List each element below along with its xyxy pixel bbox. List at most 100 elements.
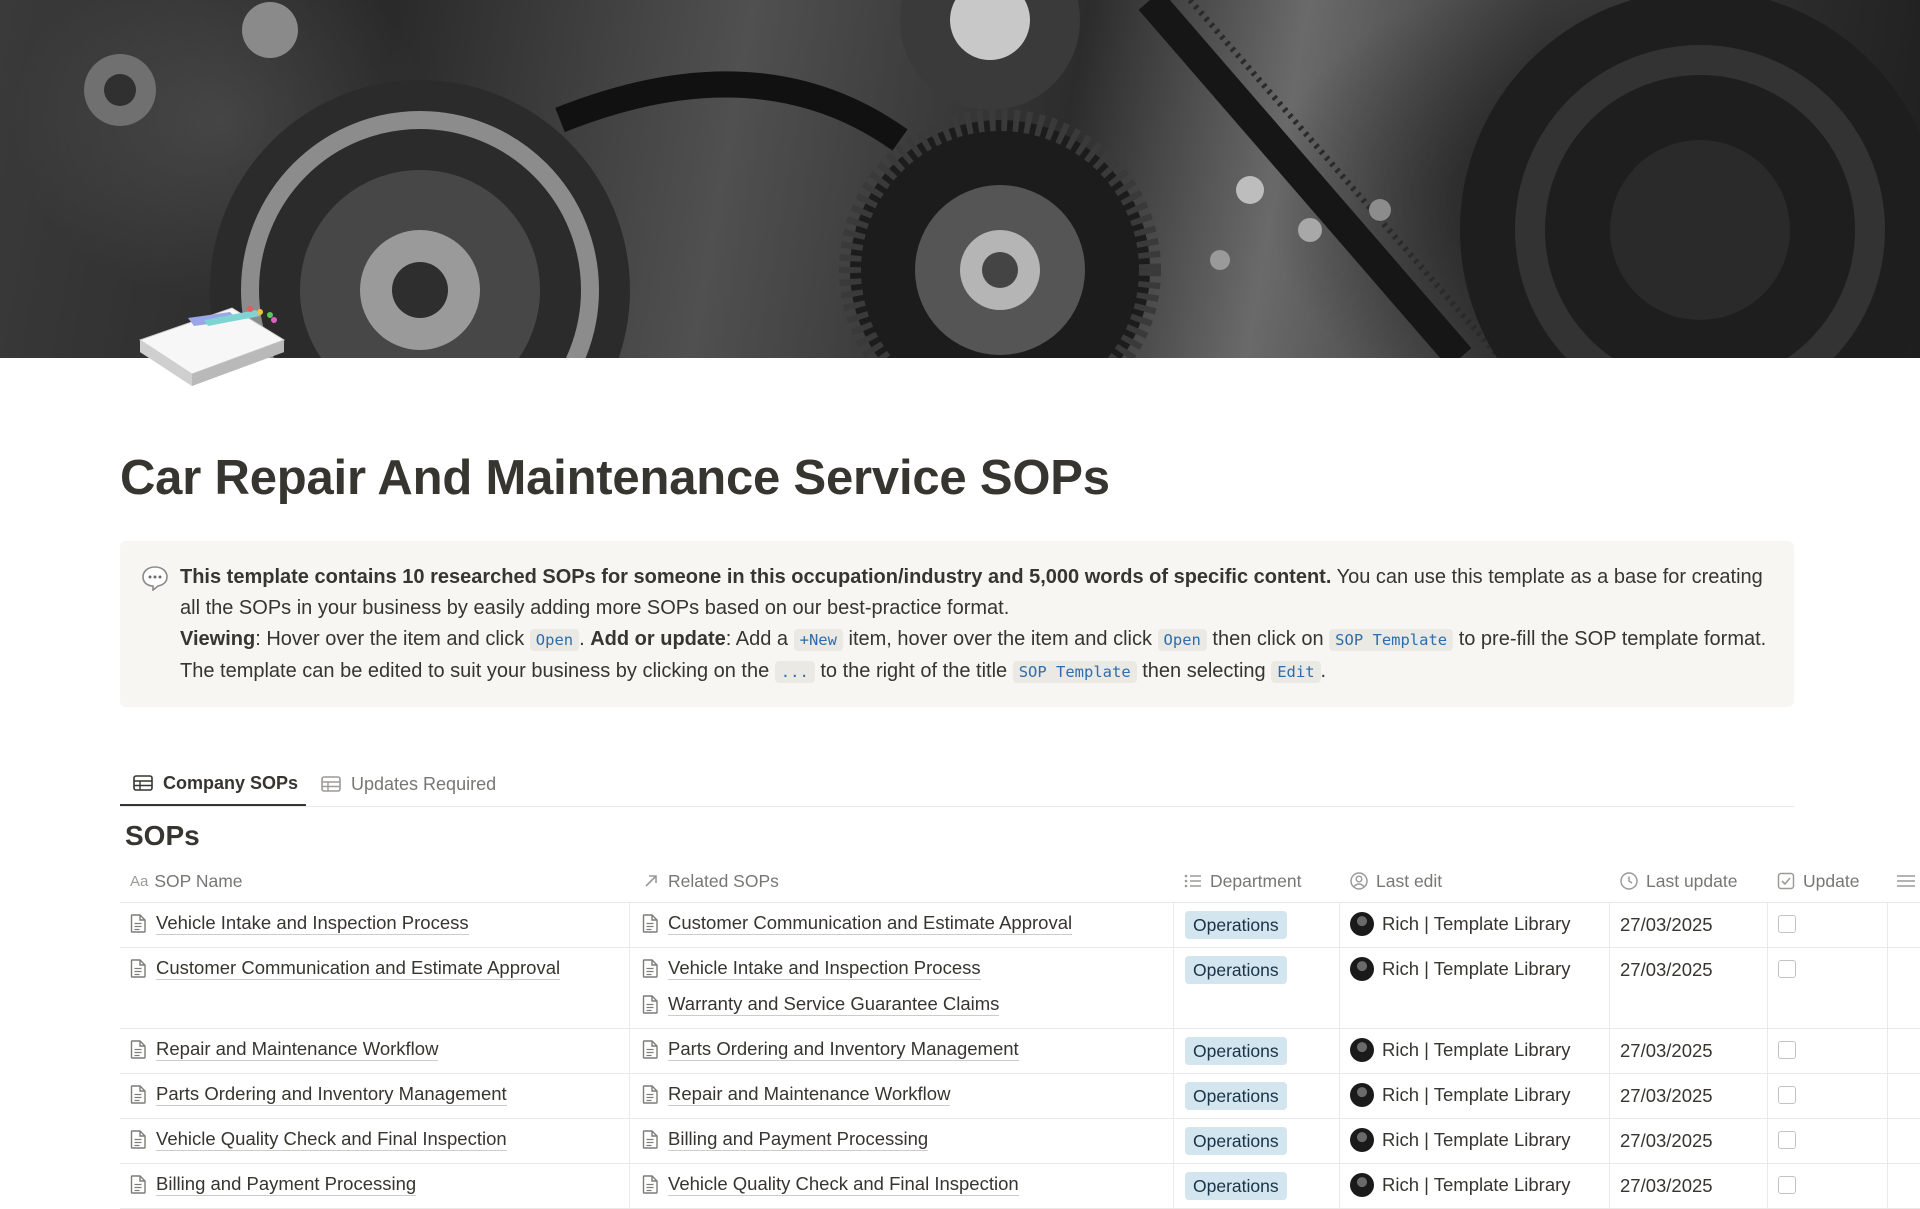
cell-last-edit[interactable]: Rich | Template Library — [1339, 903, 1609, 947]
cell-related-sops[interactable]: Billing and Payment Processing — [629, 1119, 1173, 1163]
tab-company-sops[interactable]: Company SOPs — [120, 762, 306, 806]
cell-update[interactable] — [1767, 948, 1887, 1028]
related-sop-link[interactable]: Warranty and Service Guarantee Claims — [642, 993, 1000, 1016]
tab-label: Updates Required — [351, 773, 497, 794]
cell-last-update[interactable]: 27/03/2025 — [1609, 1074, 1767, 1118]
table-row[interactable]: Billing and Payment Processing Vehicle Qu… — [120, 1164, 1920, 1209]
tab-updates-required[interactable]: Updates Required — [320, 762, 496, 806]
related-sop-link[interactable]: Repair and Maintenance Workflow — [642, 1083, 951, 1106]
stacked-documents-icon[interactable] — [134, 300, 288, 392]
cell-related-sops[interactable]: Customer Communication and Estimate Appr… — [629, 903, 1173, 947]
cell-last-update[interactable]: 27/03/2025 — [1609, 1029, 1767, 1073]
column-header-department[interactable]: Department — [1184, 860, 1301, 902]
sop-name-link[interactable]: Billing and Payment Processing — [130, 1173, 417, 1196]
table-row[interactable]: Repair and Maintenance Workflow Parts Ord… — [120, 1029, 1920, 1074]
cell-last-edit[interactable]: Rich | Template Library — [1339, 1029, 1609, 1073]
cell-extra — [1887, 1074, 1920, 1118]
department-tag[interactable]: Operations — [1185, 911, 1287, 939]
cell-department[interactable]: Operations — [1173, 1119, 1339, 1163]
cell-extra — [1887, 903, 1920, 947]
page-icon — [642, 1175, 658, 1194]
sop-name-link[interactable]: Vehicle Quality Check and Final Inspecti… — [130, 1128, 507, 1151]
last-edit-person[interactable]: Rich | Template Library — [1350, 957, 1571, 981]
sop-name-link[interactable]: Repair and Maintenance Workflow — [130, 1038, 439, 1061]
cell-sop-name[interactable]: Vehicle Quality Check and Final Inspecti… — [120, 1119, 629, 1163]
cell-sop-name[interactable]: Vehicle Intake and Inspection Process — [120, 903, 629, 947]
table-row[interactable]: Parts Ordering and Inventory Management R… — [120, 1074, 1920, 1119]
update-checkbox[interactable] — [1778, 915, 1796, 933]
update-checkbox[interactable] — [1778, 1131, 1796, 1149]
department-tag[interactable]: Operations — [1185, 1172, 1287, 1200]
cell-last-edit[interactable]: Rich | Template Library — [1339, 948, 1609, 1028]
last-update-date: 27/03/2025 — [1620, 959, 1713, 980]
column-header-last-update[interactable]: Last update — [1620, 860, 1737, 902]
table-row[interactable]: Vehicle Quality Check and Final Inspecti… — [120, 1119, 1920, 1164]
callout-text-part: then click on — [1206, 628, 1330, 650]
cell-update[interactable] — [1767, 1119, 1887, 1163]
cell-update[interactable] — [1767, 1164, 1887, 1208]
cell-last-update[interactable]: 27/03/2025 — [1609, 1119, 1767, 1163]
list-icon — [1184, 874, 1201, 888]
column-header-last-edit[interactable]: Last edit — [1350, 860, 1442, 902]
department-tag[interactable]: Operations — [1185, 1037, 1287, 1065]
cell-update[interactable] — [1767, 1029, 1887, 1073]
table-row[interactable]: Customer Communication and Estimate Appr… — [120, 948, 1920, 1029]
column-header-sop-name[interactable]: Aa SOP Name — [130, 860, 243, 902]
table-row[interactable]: Vehicle Intake and Inspection Process Cus… — [120, 903, 1920, 948]
cell-sop-name[interactable]: Billing and Payment Processing — [120, 1164, 629, 1208]
cell-last-edit[interactable]: Rich | Template Library — [1339, 1164, 1609, 1208]
cell-update[interactable] — [1767, 903, 1887, 947]
cell-sop-name[interactable]: Parts Ordering and Inventory Management — [120, 1074, 629, 1118]
cell-update[interactable] — [1767, 1074, 1887, 1118]
update-checkbox[interactable] — [1778, 960, 1796, 978]
cell-related-sops[interactable]: Vehicle Intake and Inspection Process War… — [629, 948, 1173, 1028]
cell-last-update[interactable]: 27/03/2025 — [1609, 948, 1767, 1028]
column-header-update[interactable]: Update — [1777, 860, 1859, 902]
last-edit-person[interactable]: Rich | Template Library — [1350, 1173, 1571, 1197]
cell-extra — [1887, 1164, 1920, 1208]
page-icon — [130, 1130, 146, 1149]
related-sop-text: Warranty and Service Guarantee Claims — [668, 993, 1000, 1016]
more-columns-icon[interactable] — [1896, 860, 1920, 902]
department-tag[interactable]: Operations — [1185, 1082, 1287, 1110]
related-sop-link[interactable]: Billing and Payment Processing — [642, 1128, 929, 1151]
page-icon — [642, 959, 658, 978]
sop-name-text: Vehicle Quality Check and Final Inspecti… — [156, 1128, 507, 1151]
person-name: Rich | Template Library — [1382, 958, 1571, 979]
related-sop-link[interactable]: Vehicle Quality Check and Final Inspecti… — [642, 1173, 1019, 1196]
last-edit-person[interactable]: Rich | Template Library — [1350, 1038, 1571, 1062]
cell-sop-name[interactable]: Repair and Maintenance Workflow — [120, 1029, 629, 1073]
update-checkbox[interactable] — [1778, 1086, 1796, 1104]
cell-department[interactable]: Operations — [1173, 1074, 1339, 1118]
related-sop-link[interactable]: Parts Ordering and Inventory Management — [642, 1038, 1019, 1061]
cell-department[interactable]: Operations — [1173, 1029, 1339, 1073]
related-sop-link[interactable]: Vehicle Intake and Inspection Process — [642, 957, 981, 980]
last-edit-person[interactable]: Rich | Template Library — [1350, 1128, 1571, 1152]
code-sop-template-2: SOP Template — [1012, 661, 1137, 683]
department-tag[interactable]: Operations — [1185, 1127, 1287, 1155]
cell-last-update[interactable]: 27/03/2025 — [1609, 903, 1767, 947]
update-checkbox[interactable] — [1778, 1041, 1796, 1059]
cell-department[interactable]: Operations — [1173, 948, 1339, 1028]
cell-related-sops[interactable]: Parts Ordering and Inventory Management — [629, 1029, 1173, 1073]
last-edit-person[interactable]: Rich | Template Library — [1350, 1083, 1571, 1107]
related-sop-link[interactable]: Customer Communication and Estimate Appr… — [642, 912, 1073, 935]
column-header-related-sops[interactable]: Related SOPs — [642, 860, 779, 902]
sop-name-link[interactable]: Vehicle Intake and Inspection Process — [130, 912, 469, 935]
cell-department[interactable]: Operations — [1173, 1164, 1339, 1208]
database-title[interactable]: SOPs — [125, 820, 200, 852]
table-header: Aa SOP Name Related SOPs Department Last… — [120, 860, 1920, 903]
department-tag[interactable]: Operations — [1185, 956, 1287, 984]
last-edit-person[interactable]: Rich | Template Library — [1350, 912, 1571, 936]
cell-related-sops[interactable]: Repair and Maintenance Workflow — [629, 1074, 1173, 1118]
cell-last-update[interactable]: 27/03/2025 — [1609, 1164, 1767, 1208]
cell-last-edit[interactable]: Rich | Template Library — [1339, 1119, 1609, 1163]
update-checkbox[interactable] — [1778, 1176, 1796, 1194]
cell-last-edit[interactable]: Rich | Template Library — [1339, 1074, 1609, 1118]
cell-department[interactable]: Operations — [1173, 903, 1339, 947]
cell-sop-name[interactable]: Customer Communication and Estimate Appr… — [120, 948, 629, 1028]
sop-name-link[interactable]: Customer Communication and Estimate Appr… — [130, 957, 561, 980]
last-update-date: 27/03/2025 — [1620, 914, 1713, 935]
cell-related-sops[interactable]: Vehicle Quality Check and Final Inspecti… — [629, 1164, 1173, 1208]
sop-name-link[interactable]: Parts Ordering and Inventory Management — [130, 1083, 507, 1106]
